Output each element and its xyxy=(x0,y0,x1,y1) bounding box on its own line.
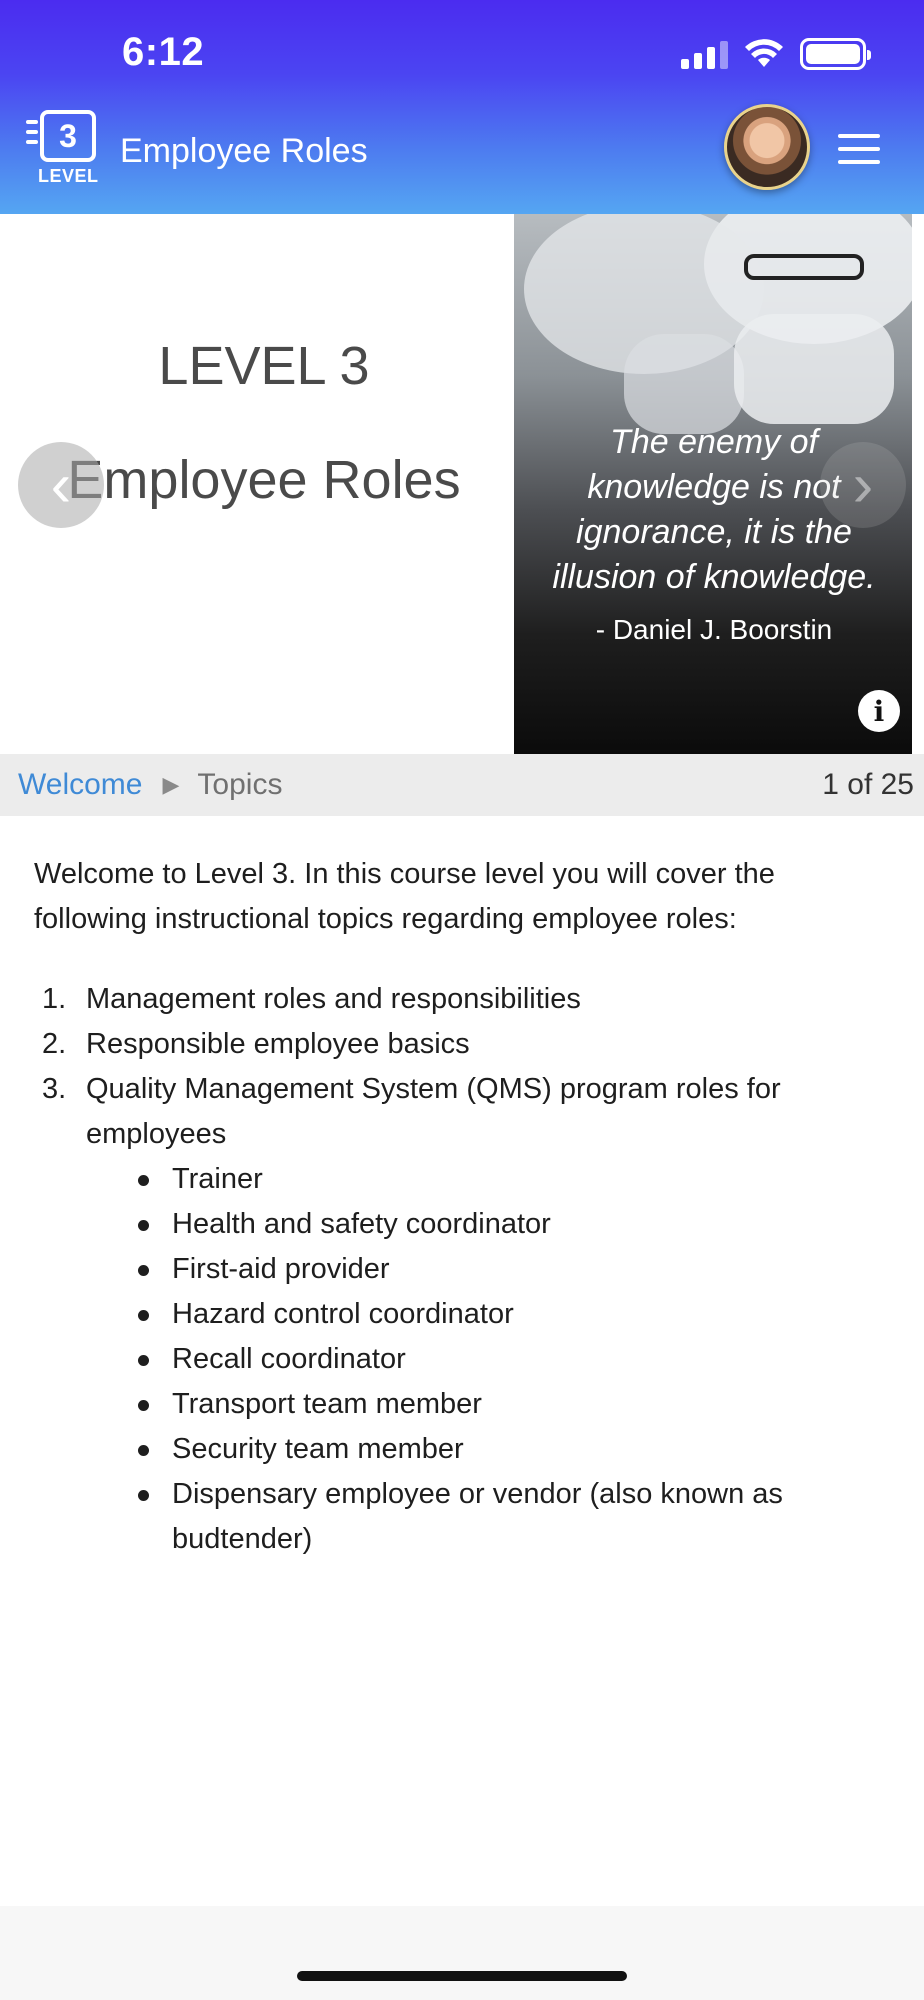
user-avatar[interactable] xyxy=(724,104,810,190)
hamburger-menu-icon[interactable] xyxy=(838,134,880,173)
role-item: Health and safety coordinator xyxy=(34,1202,864,1247)
page-counter: 1 of 25 xyxy=(822,768,914,801)
bullet-icon xyxy=(138,1355,149,1366)
chevron-left-icon: ‹ xyxy=(50,450,72,520)
bottom-bar xyxy=(0,1906,924,2000)
topic-list: 1. Management roles and responsibilities … xyxy=(34,977,864,1157)
quote-author: - Daniel J. Boorstin xyxy=(595,614,833,645)
role-list: Trainer Health and safety coordinator Fi… xyxy=(34,1157,864,1562)
bullet-icon xyxy=(138,1220,149,1231)
logo-level-word: LEVEL xyxy=(38,166,99,186)
logo-level-number: 3 xyxy=(40,110,96,162)
bullet-icon xyxy=(138,1310,149,1321)
slide-title: Employee Roles xyxy=(67,450,461,510)
bullet-icon xyxy=(138,1490,149,1501)
bullet-icon xyxy=(138,1445,149,1456)
previous-slide-button[interactable]: ‹ xyxy=(18,442,104,528)
breadcrumb-current: Topics xyxy=(197,768,283,801)
breadcrumb-separator-icon: ▶ xyxy=(162,772,180,797)
role-item: Hazard control coordinator xyxy=(34,1292,864,1337)
bullet-icon xyxy=(138,1175,149,1186)
intro-paragraph: Welcome to Level 3. In this course level… xyxy=(34,858,775,935)
role-item: Transport team member xyxy=(34,1382,864,1427)
home-indicator[interactable] xyxy=(297,1971,627,1981)
bullet-icon xyxy=(138,1265,149,1276)
cellular-signal-icon xyxy=(681,39,728,69)
level-logo[interactable]: 3 LEVEL xyxy=(26,108,104,188)
slide-level-label: LEVEL 3 xyxy=(158,336,370,396)
next-slide-button[interactable]: › xyxy=(820,442,906,528)
status-time: 6:12 xyxy=(122,30,205,74)
role-item: Security team member xyxy=(34,1427,864,1472)
breadcrumb: Welcome ▶ Topics 1 of 25 xyxy=(0,754,924,816)
topic-item: 3. Quality Management System (QMS) progra… xyxy=(42,1073,781,1150)
logo-lines-icon xyxy=(26,120,38,150)
page-title: Employee Roles xyxy=(120,132,368,170)
role-item: Trainer xyxy=(34,1157,864,1202)
chevron-right-icon: › xyxy=(852,450,874,520)
role-item: Dispensary employee or vendor (also know… xyxy=(34,1472,864,1562)
lesson-content: Welcome to Level 3. In this course level… xyxy=(34,852,864,1562)
wifi-icon xyxy=(745,39,783,67)
topic-item: 1. Management roles and responsibilities xyxy=(42,983,581,1015)
bullet-icon xyxy=(138,1400,149,1411)
info-icon[interactable]: i xyxy=(858,690,900,732)
breadcrumb-welcome-link[interactable]: Welcome xyxy=(18,768,142,802)
role-item: First-aid provider xyxy=(34,1247,864,1292)
role-item: Recall coordinator xyxy=(34,1337,864,1382)
topic-item: 2. Responsible employee basics xyxy=(42,1028,470,1060)
battery-icon xyxy=(800,38,871,70)
slide-carousel[interactable]: LEVEL 3 Employee Roles The enemy of know… xyxy=(0,214,924,754)
app-header: 6:12 3 LEVEL Employee Roles xyxy=(0,0,924,214)
status-icons xyxy=(681,38,871,70)
